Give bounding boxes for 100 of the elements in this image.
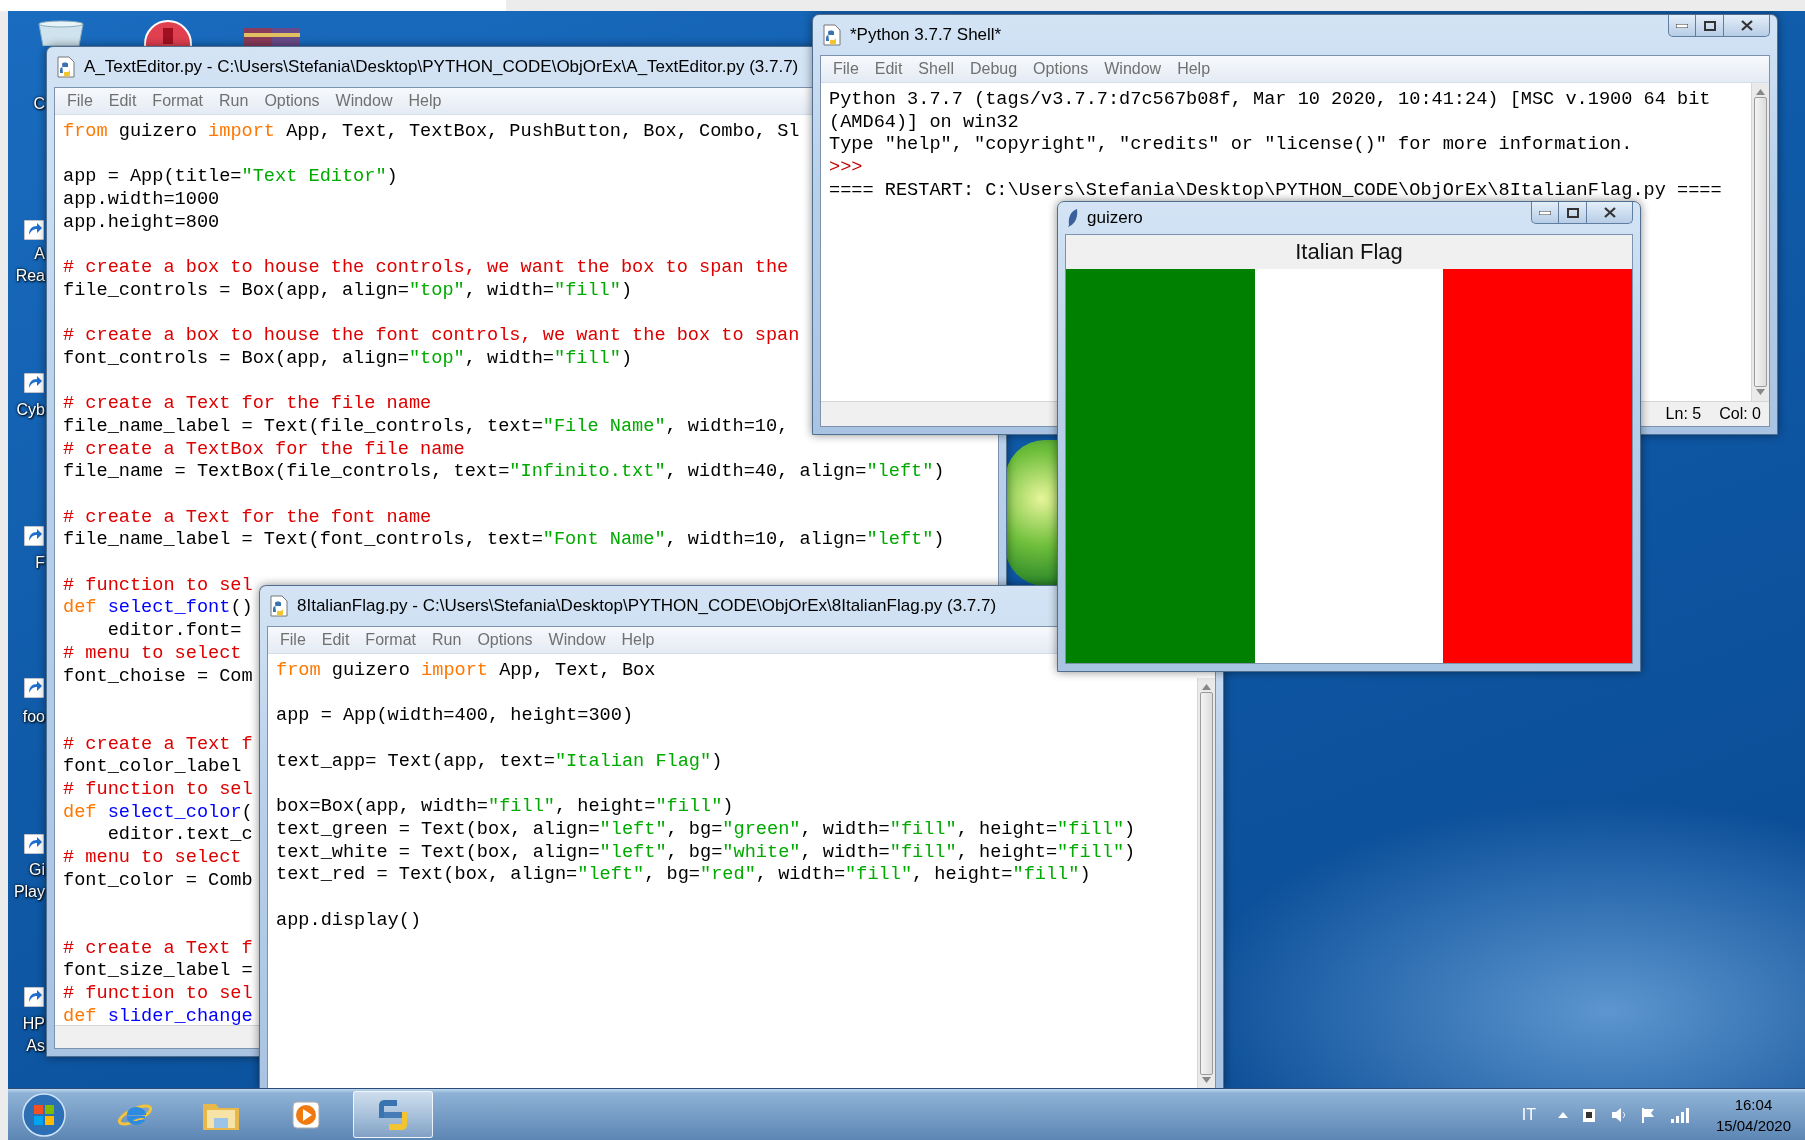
code-line: file_name = TextBox(file_controls, text="Infinito.txt", width=40, align="left") [63, 461, 945, 484]
maximize-icon [1703, 20, 1716, 31]
desktop-icon-label[interactable]: HP [22, 1015, 45, 1032]
menu-item[interactable]: Run [211, 92, 257, 110]
code-line: from guizero import App, Text, TextBox, PushButton, Box, Combo, Sl [63, 121, 800, 144]
python-file-icon [269, 595, 289, 617]
menu-item[interactable]: File [59, 92, 101, 110]
app-heading: Italian Flag [1295, 239, 1403, 265]
menu-item[interactable]: Window [1096, 60, 1170, 78]
menu-item[interactable]: Format [357, 631, 425, 649]
code-line: app.display() [276, 909, 422, 933]
close-button[interactable] [1587, 202, 1633, 224]
close-icon [1603, 207, 1616, 218]
code-line: font_controls = Box(app, align="top", width="fill") [63, 347, 633, 371]
code-line: # create a box to house the font controls, we want the box to span [63, 325, 800, 348]
signal-icon[interactable] [1669, 1106, 1690, 1123]
scrollbar[interactable] [1751, 83, 1769, 401]
menu-item[interactable]: File [825, 60, 867, 78]
code-line: # create a box to house the controls, we want the box to span the [63, 257, 789, 280]
menu-item[interactable]: Help [400, 92, 450, 110]
code-line: # function to sel [63, 574, 253, 598]
code-line: def select_font() [63, 597, 253, 621]
shortcut-arrow-icon [24, 987, 44, 1007]
menu-item[interactable]: Debug [961, 60, 1026, 78]
close-icon [1740, 20, 1753, 31]
shortcut-arrow-icon [24, 373, 44, 393]
code-line: # create a Text f [63, 937, 253, 961]
menu-item[interactable]: Run [424, 631, 470, 649]
window-title: *Python 3.7.7 Shell* [850, 25, 1002, 45]
shortcut-arrow-icon [24, 526, 44, 546]
code-line: from guizero import App, Text, Box [276, 660, 656, 683]
scroll-up-icon [1756, 89, 1765, 95]
code-line: file_name_label = Text(font_controls, text="Font Name", width=10, align="left") [63, 529, 945, 553]
code-line: # create a Text for the file name [63, 393, 432, 416]
menu-item[interactable]: Help [613, 631, 663, 649]
desktop-icon-label[interactable]: C [33, 95, 45, 112]
desktop-icon-label[interactable]: F [35, 554, 45, 571]
code-line: editor.text_c [106, 824, 253, 847]
menu-item[interactable]: Help [1169, 60, 1219, 78]
scrollbar-thumb[interactable] [1200, 692, 1213, 1075]
menu-item[interactable]: Edit [100, 92, 145, 110]
window-title: 8ItalianFlag.py - C:\Users\Stefania\Desktop\PYTHON_CODE\ObjOrEx\8ItalianFlag.py (3.7.7) [297, 596, 997, 616]
menu-item[interactable]: Options [256, 92, 328, 110]
scrollbar-thumb[interactable] [1754, 97, 1767, 387]
scroll-down-icon [1756, 389, 1765, 395]
code-line: # function to sel [63, 778, 253, 802]
code-line: app = App(width=400, height=300) [276, 705, 634, 729]
clock-time[interactable]: 16:04 [1734, 1093, 1773, 1115]
desktop-icon-label[interactable]: Play [13, 883, 45, 900]
code-line: app.width=1000 [63, 189, 220, 212]
caret-icon[interactable] [1557, 1111, 1568, 1118]
menu-item[interactable]: Edit [866, 60, 911, 78]
recycle-bin-icon [35, 20, 87, 46]
menu-item[interactable]: Window [327, 92, 401, 110]
desktop-icon-label[interactable]: Cyb [16, 401, 45, 418]
window-title: guizero [1087, 208, 1143, 228]
menu-item[interactable]: File [272, 631, 314, 649]
shortcut-arrow-icon [24, 834, 44, 854]
code-line: Python 3.7.7 (tags/v3.7.7:d7c567b08f, Mar 10 2020, 10:41:24) [MSC v.1900 64 bit [829, 89, 1711, 112]
menu-item[interactable]: Edit [313, 631, 358, 649]
code-line: >>> [829, 157, 863, 180]
minimize-icon [1539, 210, 1551, 215]
menu-item[interactable]: Options [469, 631, 541, 649]
taskbar-button[interactable] [353, 1091, 433, 1138]
code-line: text_app= Text(app, text="Italian Flag") [276, 750, 723, 774]
minimize-button[interactable] [1531, 202, 1559, 224]
code-line: # menu to select [63, 642, 242, 666]
menu-item[interactable]: Format [144, 92, 212, 110]
maximize-button[interactable] [1696, 15, 1724, 37]
code-line: font_color_label [63, 756, 242, 779]
desktop-icon-label[interactable]: foo [22, 708, 45, 725]
code-line: app = App(title="Text Editor") [63, 166, 398, 190]
menu-item[interactable]: Window [540, 631, 614, 649]
code-line: # menu to select [63, 847, 242, 870]
desktop-icon-label[interactable]: Gi [29, 861, 45, 878]
minimize-button[interactable] [1668, 15, 1696, 37]
code-line: box=Box(app, width="fill", height="fill") [276, 796, 734, 819]
clock-date[interactable]: 15/04/2020 [1715, 1114, 1791, 1136]
code-line: def slider_change [63, 1005, 253, 1025]
menu-item[interactable]: Shell [910, 60, 962, 78]
shortcut-arrow-icon [24, 678, 44, 698]
code-line: # create a Text for the font name [63, 506, 432, 530]
language-indicator[interactable]: IT [1521, 1105, 1536, 1124]
speaker-icon[interactable] [1609, 1105, 1628, 1124]
desktop-icon-label[interactable]: As [26, 1037, 45, 1054]
maximize-button[interactable] [1559, 202, 1587, 224]
desktop-icon-label[interactable]: Rea [15, 267, 45, 284]
code-line: ==== RESTART: C:\Users\Stefania\Desktop\PYTHON_CODE\ObjOrEx\8ItalianFlag.py ==== [829, 179, 1722, 203]
python-file-icon [822, 24, 842, 46]
close-button[interactable] [1724, 15, 1770, 37]
minimize-icon [1676, 23, 1688, 28]
code-line: def select_color( [63, 801, 253, 825]
code-line: font_color = Comb [63, 869, 253, 893]
windows-logo-icon [22, 1092, 66, 1137]
code-line: app.height=800 [63, 211, 220, 235]
scrollbar[interactable] [1197, 678, 1215, 1088]
code-line: text_red = Text(box, align="left", bg="red", width="fill", height="fill") [276, 864, 1091, 887]
column-status: Col: 0 [1719, 405, 1761, 423]
menu-item[interactable]: Options [1025, 60, 1097, 78]
desktop-icon-label[interactable]: A [34, 245, 45, 262]
